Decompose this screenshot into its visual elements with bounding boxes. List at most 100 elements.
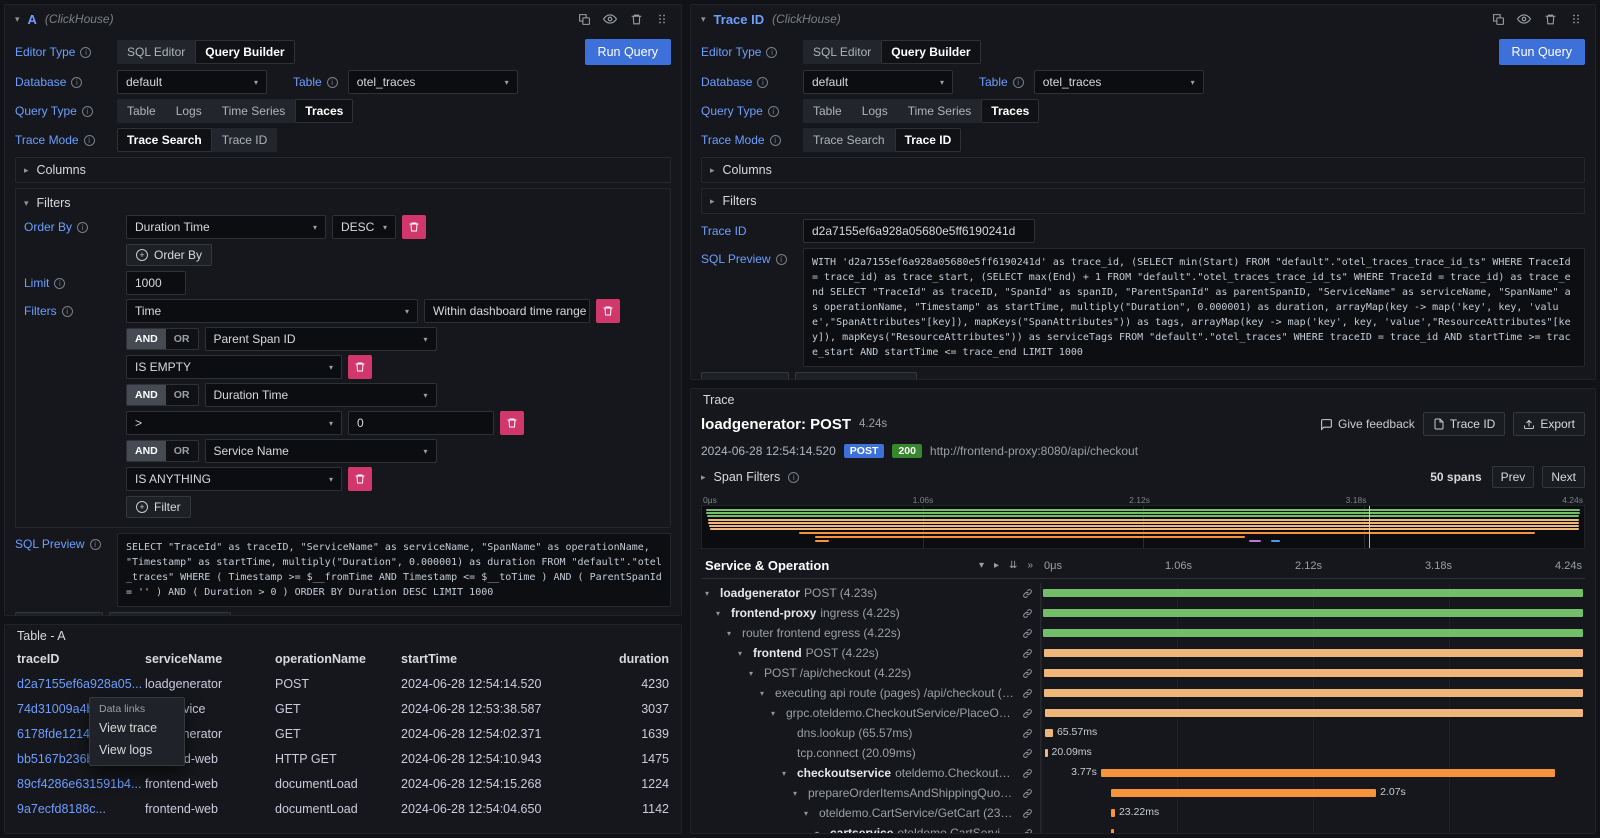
option-logs[interactable]: Logs	[166, 99, 212, 123]
option-query-builder[interactable]: Query Builder	[195, 40, 294, 64]
collapse-span-icon[interactable]: ▾	[738, 649, 749, 658]
table-select[interactable]: otel_traces▾	[348, 70, 518, 94]
span-row[interactable]: dns.lookup (65.57ms)65.57ms	[701, 723, 1585, 743]
option-table[interactable]: Table	[803, 99, 852, 123]
remove-filter-button[interactable]	[348, 467, 372, 491]
order-by-field-select[interactable]: Duration Time▾	[126, 215, 326, 239]
query-inspector-button[interactable]: iQuery inspector	[795, 372, 917, 380]
collapse-query-icon[interactable]: ▾	[15, 14, 20, 25]
drag-query-icon[interactable]	[1567, 10, 1585, 28]
span-filters-toggle[interactable]: Span Filters	[714, 470, 781, 484]
hide-response-icon[interactable]	[601, 10, 619, 28]
collapse-span-icon[interactable]: ▾	[782, 769, 793, 778]
filter-operator-select[interactable]: IS ANYTHING▾	[126, 467, 342, 491]
drag-query-icon[interactable]	[653, 10, 671, 28]
filters-section-toggle[interactable]: ▸Filters	[701, 188, 1585, 214]
filter-value-input[interactable]	[348, 411, 494, 435]
export-button[interactable]: Export	[1513, 412, 1585, 436]
option-time-series[interactable]: Time Series	[898, 99, 982, 123]
column-header[interactable]: duration	[573, 652, 669, 666]
span-link-icon[interactable]	[1018, 668, 1040, 679]
span-row[interactable]: ▾grpc.oteldemo.CheckoutService/PlaceOrde…	[701, 703, 1585, 723]
span-row[interactable]: ▾oteldemo.CartService/GetCart (23.22ms)2…	[701, 803, 1585, 823]
columns-section-toggle[interactable]: ▸Columns	[15, 157, 671, 183]
collapse-query-icon[interactable]: ▾	[701, 14, 706, 25]
filter-operator-select[interactable]: >▾	[126, 411, 342, 435]
expand-all-icon[interactable]: »	[1027, 560, 1033, 571]
span-link-icon[interactable]	[1018, 768, 1040, 779]
editor-type-toggle[interactable]: SQL EditorQuery Builder	[803, 40, 981, 64]
span-duration-bar[interactable]	[1045, 709, 1584, 717]
option-logs[interactable]: Logs	[852, 99, 898, 123]
option-traces[interactable]: Traces	[981, 99, 1039, 123]
trace-mode-toggle[interactable]: Trace SearchTrace ID	[117, 128, 277, 152]
option-sql-editor[interactable]: SQL Editor	[117, 40, 195, 64]
limit-input[interactable]	[126, 271, 186, 295]
query-type-toggle[interactable]: TableLogsTime SeriesTraces	[803, 99, 1039, 123]
option-trace-id[interactable]: Trace ID	[895, 128, 962, 152]
option-or[interactable]: OR	[166, 385, 198, 405]
span-link-icon[interactable]	[1018, 828, 1040, 834]
span-row[interactable]: ▾executing api route (pages) /api/checko…	[701, 683, 1585, 703]
trace-mode-toggle[interactable]: Trace SearchTrace ID	[803, 128, 961, 152]
span-duration-bar[interactable]	[1101, 769, 1555, 777]
remove-filter-button[interactable]	[500, 411, 524, 435]
span-duration-bar[interactable]	[1044, 689, 1583, 697]
query-inspector-button[interactable]: iQuery inspector	[109, 612, 231, 616]
table-select[interactable]: otel_traces▾	[1034, 70, 1204, 94]
span-link-icon[interactable]	[1018, 788, 1040, 799]
collapse-span-icon[interactable]: ▾	[815, 829, 826, 834]
query-ref-name[interactable]: A	[28, 12, 37, 27]
and-or-toggle[interactable]: ANDOR	[126, 384, 199, 406]
give-feedback-link[interactable]: Give feedback	[1320, 417, 1415, 431]
and-or-toggle[interactable]: ANDOR	[126, 440, 199, 462]
span-duration-bar[interactable]	[1044, 649, 1584, 657]
remove-order-by-button[interactable]	[402, 215, 426, 239]
span-row[interactable]: ▾checkoutserviceoteldemo.CheckoutService…	[701, 763, 1585, 783]
span-duration-bar[interactable]	[1044, 669, 1584, 677]
filter-field-select[interactable]: Service Name▾	[205, 439, 437, 463]
database-select[interactable]: default▾	[117, 70, 267, 94]
trace-minimap[interactable]	[701, 505, 1585, 549]
add-filter-button[interactable]: +Filter	[126, 496, 191, 518]
collapse-span-icon[interactable]: ▾	[716, 609, 727, 618]
collapse-all-icon[interactable]: ⇊	[1009, 560, 1017, 571]
trace-id-button[interactable]: Trace ID	[1423, 412, 1506, 436]
prev-button[interactable]: Prev	[1492, 466, 1535, 488]
remove-filter-button[interactable]	[348, 355, 372, 379]
remove-query-icon[interactable]	[1541, 10, 1559, 28]
span-duration-bar[interactable]	[1045, 729, 1053, 737]
span-duration-bar[interactable]	[1043, 609, 1583, 617]
option-and[interactable]: AND	[127, 385, 166, 405]
column-header[interactable]: serviceName	[145, 652, 275, 666]
span-link-icon[interactable]	[1018, 648, 1040, 659]
add-query-button[interactable]: +Add query	[15, 612, 103, 616]
span-duration-bar[interactable]	[1111, 789, 1376, 797]
span-duration-bar[interactable]	[1111, 809, 1115, 817]
span-link-icon[interactable]	[1018, 628, 1040, 639]
filter-field-select[interactable]: Time▾	[126, 299, 418, 323]
collapse-span-icon[interactable]: ▾	[705, 589, 716, 598]
span-row[interactable]: ▾router frontend egress (4.22s)	[701, 623, 1585, 643]
collapse-span-icon[interactable]: ▾	[793, 789, 804, 798]
column-header[interactable]: operationName	[275, 652, 401, 666]
duplicate-query-icon[interactable]	[1489, 10, 1507, 28]
filter-operator-select[interactable]: IS EMPTY▾	[126, 355, 342, 379]
option-sql-editor[interactable]: SQL Editor	[803, 40, 881, 64]
collapse-span-icon[interactable]: ▾	[760, 689, 771, 698]
trace-id-link[interactable]: d2a7155ef6a928a05...	[17, 677, 145, 691]
span-link-icon[interactable]	[1018, 748, 1040, 759]
collapse-one-icon[interactable]: ▾	[979, 560, 984, 571]
collapse-span-icon[interactable]: ▾	[804, 809, 815, 818]
option-table[interactable]: Table	[117, 99, 166, 123]
run-query-button[interactable]: Run Query	[585, 39, 671, 65]
query-ref-name[interactable]: Trace ID	[714, 12, 765, 27]
filter-field-select[interactable]: Duration Time▾	[205, 383, 437, 407]
option-trace-search[interactable]: Trace Search	[803, 128, 895, 152]
span-row[interactable]: ▾POST /api/checkout (4.22s)	[701, 663, 1585, 683]
minimap-cursor[interactable]	[1369, 506, 1370, 548]
span-row[interactable]: ▾frontend-proxyingress (4.22s)	[701, 603, 1585, 623]
span-row[interactable]: ▾frontendPOST (4.22s)	[701, 643, 1585, 663]
span-link-icon[interactable]	[1018, 708, 1040, 719]
option-or[interactable]: OR	[166, 441, 198, 461]
